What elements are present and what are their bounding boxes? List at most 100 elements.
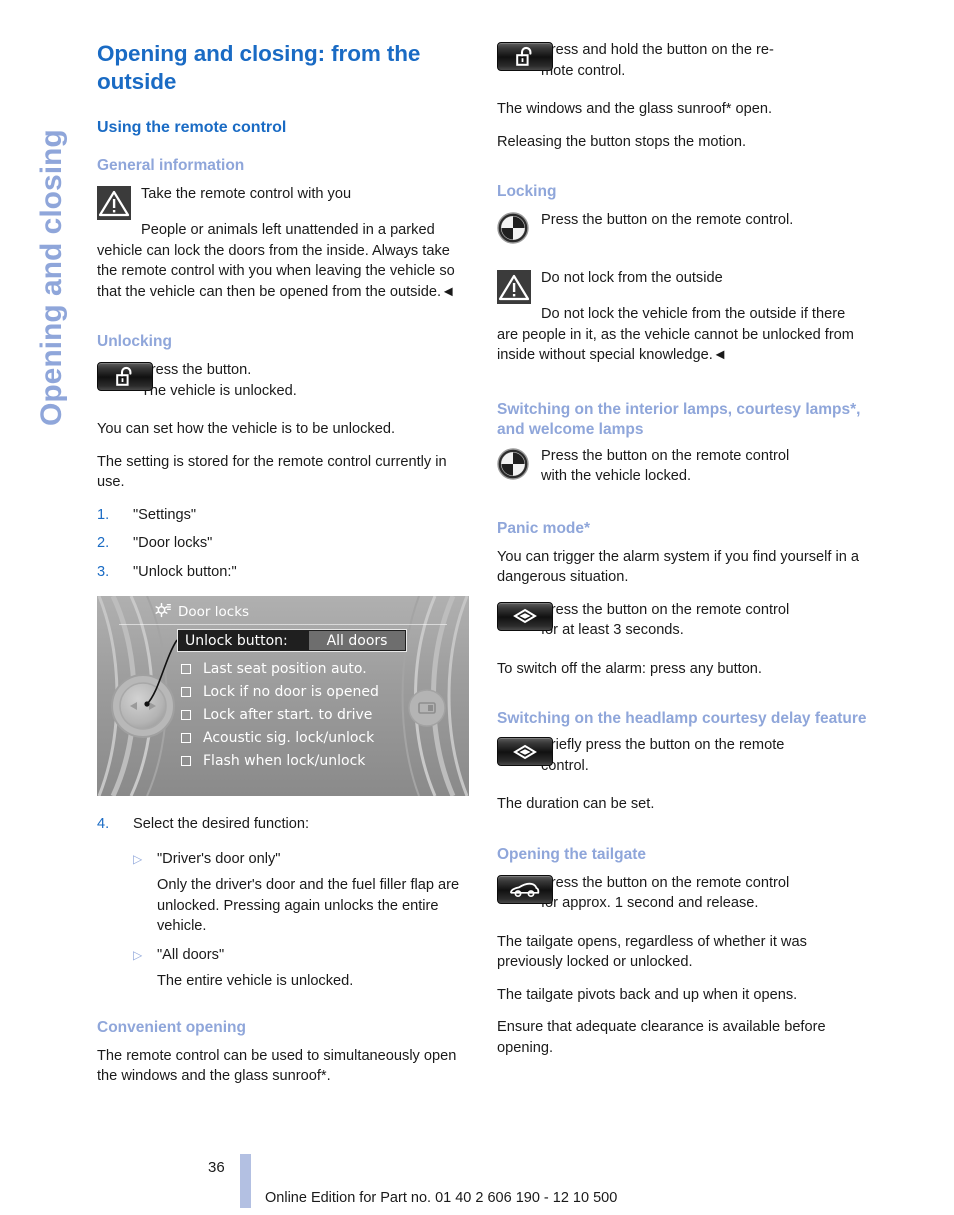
list-item: 4. Select the desired function:	[97, 814, 469, 835]
unlock-step-4-list: 4. Select the desired function:	[97, 814, 469, 835]
unlock-option-list: ▷ "Driver's door only"	[97, 849, 469, 870]
subheading-general-information: General information	[97, 157, 245, 174]
idrive-selected-row-label: Unlock button:	[185, 632, 288, 649]
option-detail-all-doors: The entire vehicle is unlocked.	[157, 973, 354, 989]
warning-triangle-icon	[497, 270, 531, 304]
step-text: "Settings"	[133, 506, 197, 523]
unlock-key-button-icon	[497, 42, 553, 71]
warning-title-text: Do not lock from the outside	[541, 270, 723, 286]
unlock-para-2: The setting is stored for the remote con…	[97, 453, 447, 491]
headlamp-instruction-line2: control.	[541, 757, 589, 774]
tailgate-instruction-line1: Press the button on the remote control	[541, 874, 790, 891]
list-item: 3. "Unlock button:"	[97, 562, 469, 583]
unlock-para-1: You can set how the vehicle is to be unl…	[97, 421, 396, 437]
panic-mode-para: You can trigger the alarm system if you …	[497, 548, 860, 586]
page-title: Opening and closing: from the outside	[97, 41, 421, 94]
left-column: Opening and closing: from the outside Us…	[97, 40, 469, 1099]
tailgate-car-button-icon	[497, 874, 553, 904]
step-text: "Door locks"	[133, 535, 213, 551]
idrive-option-label: Last seat position auto.	[203, 660, 367, 677]
checkbox-icon[interactable]	[181, 732, 191, 743]
locking-instruction-block: Press the button on the remote control.	[497, 210, 869, 244]
subheading-interior-lamps: Switching on the interior lamps, courtes…	[497, 400, 861, 438]
locking-instruction-text: Press the button on the remote control.	[541, 212, 794, 228]
warning-body-text: People or animals left unattended in a p…	[97, 222, 456, 300]
step-text: "Unlock button:"	[133, 563, 237, 580]
triangle-bullet-icon: ▷	[133, 947, 143, 962]
interior-lamps-instruction-block: Press the button on the remote control w…	[497, 446, 869, 487]
panic-instruction-line2: for at least 3 seconds.	[541, 622, 684, 638]
warning-block-take-remote: Take the remote control with you	[97, 184, 469, 220]
idrive-option-label: Flash when lock/unlock	[203, 752, 366, 769]
unlock-instruction-line2: The vehicle is unlocked.	[141, 382, 297, 399]
tailgate-para-1: The tailgate opens, regardless of whethe…	[497, 933, 807, 971]
idrive-screen-figure: Door locks Unlock button: All doors Last…	[97, 596, 469, 796]
list-item[interactable]: Flash when lock/unlock	[181, 749, 379, 772]
checkbox-icon[interactable]	[181, 709, 191, 720]
checkbox-icon[interactable]	[181, 755, 191, 766]
idrive-option-label: Lock after start. to drive	[203, 706, 373, 723]
unlock-instruction-block: Press the button. The vehicle is unlocke…	[97, 360, 469, 401]
convenient-instruction-line1: Press and hold the button on the re-	[541, 42, 774, 58]
footer-accent-bar	[240, 1154, 251, 1208]
panic-instruction-line1: Press the button on the remote control	[541, 601, 790, 618]
checkbox-icon[interactable]	[181, 663, 191, 674]
footer-edition-text: Online Edition for Part no. 01 40 2 606 …	[265, 1190, 618, 1206]
subheading-opening-tailgate: Opening the tailgate	[497, 845, 646, 863]
page-footer: 36 Online Edition for Part no. 01 40 2 6…	[0, 1150, 954, 1215]
convenient-result-para-2: Releasing the button stops the motion.	[497, 133, 747, 150]
convenient-result-para-1: The windows and the glass sunroof* open.	[497, 101, 773, 117]
option-label: "All doors"	[157, 946, 225, 963]
list-item[interactable]: Acoustic sig. lock/unlock	[181, 726, 379, 749]
unlock-key-button-icon	[97, 362, 153, 391]
section-heading-using-remote-control: Using the remote control	[97, 119, 287, 136]
tailgate-instruction-line2: for approx. 1 second and release.	[541, 895, 759, 911]
unlock-option-list-2: ▷ "All doors"	[97, 945, 469, 966]
headlamp-instruction-block: Briefly press the button on the remote c…	[497, 735, 869, 776]
idrive-option-label: Acoustic sig. lock/unlock	[203, 729, 375, 746]
list-item: 2. "Door locks"	[97, 533, 469, 554]
idrive-option-label: Lock if no door is opened	[203, 683, 379, 700]
bmw-roundel-icon	[497, 447, 529, 480]
subheading-panic-mode: Panic mode*	[497, 519, 591, 537]
option-detail-drivers-door: Only the driver's door and the fuel fill…	[157, 877, 460, 934]
list-item: ▷ "Driver's door only"	[97, 849, 469, 870]
subheading-locking: Locking	[497, 183, 557, 200]
subheading-headlamp-courtesy: Switching on the headlamp courtesy delay…	[497, 710, 867, 727]
convenient-instruction-line2: mote control.	[541, 62, 626, 79]
settings-gear-icon	[154, 602, 171, 622]
chapter-tab-label: Opening and closing	[35, 129, 68, 426]
step-number: 1.	[97, 506, 110, 523]
page-number: 36	[208, 1159, 225, 1176]
warning-body-text: Do not lock the vehicle from the outside…	[497, 306, 854, 363]
interior-lamps-line1: Press the button on the remote control	[541, 447, 790, 464]
tailgate-para-2: The tailgate pivots back and up when it …	[497, 986, 798, 1003]
idrive-selected-row-value: All doors	[309, 631, 405, 650]
idrive-header-rule	[119, 624, 447, 625]
idrive-header-label: Door locks	[178, 604, 250, 620]
panic-instruction-block: Press the button on the remote control f…	[497, 600, 869, 641]
step-number: 4.	[97, 816, 110, 832]
tailgate-para-3: Ensure that adequate clearance is availa…	[497, 1019, 826, 1056]
panic-diamond-button-icon	[497, 601, 553, 631]
list-item[interactable]: Lock if no door is opened	[181, 680, 379, 703]
bmw-roundel-icon	[497, 212, 529, 244]
tailgate-instruction-block: Press the button on the remote control f…	[497, 873, 869, 914]
idrive-options-list: Last seat position auto. Lock if no door…	[181, 657, 379, 772]
convenient-opening-para: The remote control can be used to simult…	[97, 1047, 457, 1085]
warning-block-do-not-lock: Do not lock from the outside	[497, 268, 869, 304]
triangle-bullet-icon: ▷	[133, 851, 143, 866]
checkbox-icon[interactable]	[181, 686, 191, 697]
idrive-selected-row[interactable]: Unlock button: All doors	[177, 629, 407, 652]
step-number: 2.	[97, 535, 110, 551]
list-item[interactable]: Lock after start. to drive	[181, 703, 379, 726]
right-column: Press and hold the button on the re- mot…	[497, 40, 869, 1070]
warning-title-text: Take the remote control with you	[141, 186, 352, 202]
panic-after-para: To switch off the alarm: press any butto…	[497, 660, 762, 677]
unlock-steps-list: 1. "Settings" 2. "Door locks" 3. "Unlock…	[97, 505, 469, 583]
idrive-header: Door locks	[154, 602, 249, 622]
unlock-instruction-line1: Press the button.	[141, 362, 252, 378]
headlamp-after-para: The duration can be set.	[497, 796, 655, 812]
warning-triangle-icon	[97, 186, 131, 220]
list-item[interactable]: Last seat position auto.	[181, 657, 379, 680]
